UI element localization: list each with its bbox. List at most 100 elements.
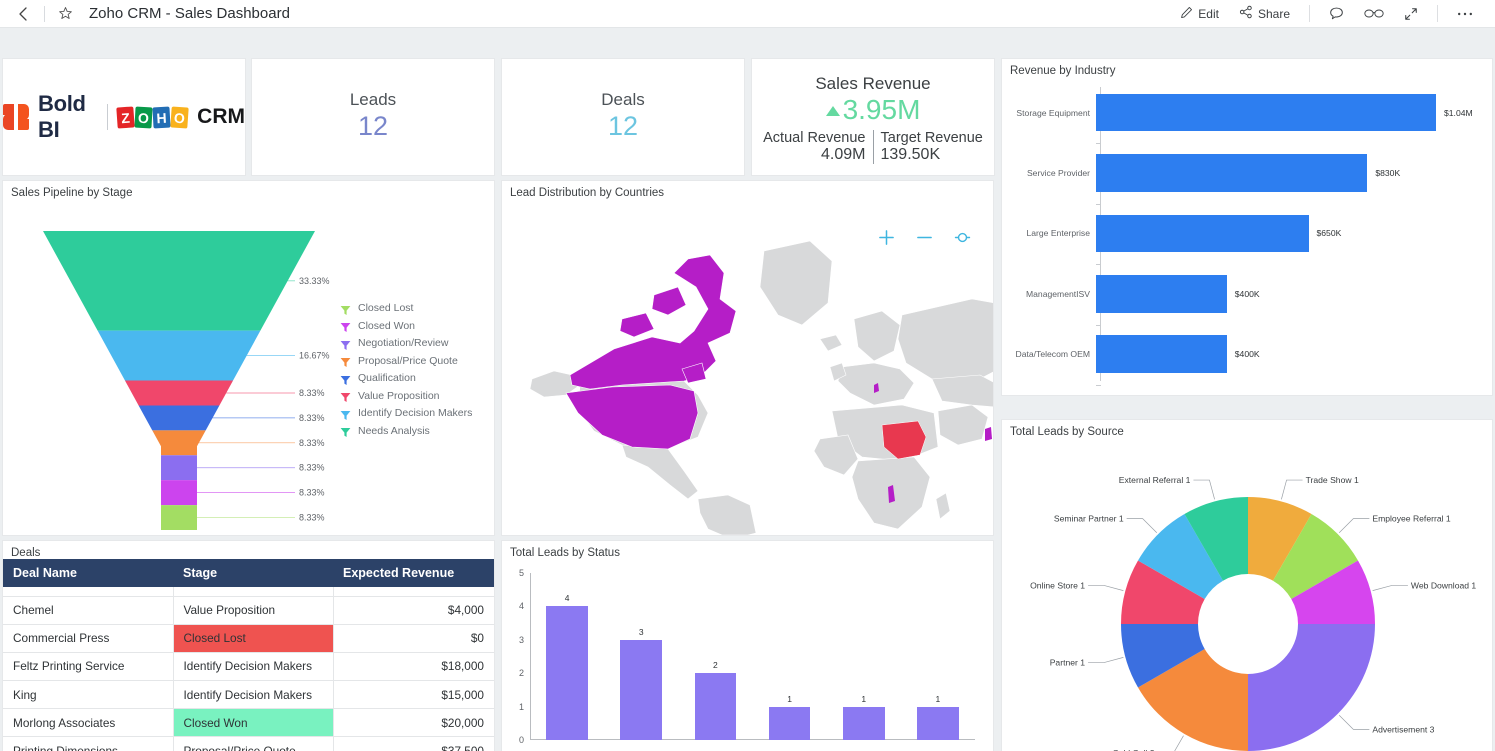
more-options-icon[interactable] bbox=[1447, 8, 1483, 20]
zoho-letter: O bbox=[170, 106, 188, 128]
table-row[interactable]: Printing DimensionsProposal/Price Quote$… bbox=[3, 737, 494, 751]
donut-leader-line bbox=[1339, 519, 1369, 533]
bar[interactable] bbox=[620, 640, 662, 740]
bold-bi-logo-icon bbox=[3, 104, 29, 130]
column-header-expected-revenue[interactable]: Expected Revenue bbox=[333, 559, 494, 587]
funnel-segment[interactable] bbox=[98, 331, 261, 381]
table-row[interactable]: Commercial PressClosed Lost$0 bbox=[3, 624, 494, 652]
legend-label: Closed Won bbox=[358, 320, 415, 332]
cell-deal-name: Feltz Printing Service bbox=[3, 652, 173, 680]
donut-chart[interactable]: Trade Show 1Employee Referral 1Web Downl… bbox=[1002, 438, 1492, 751]
legend-item[interactable]: Closed Lost bbox=[340, 302, 472, 314]
bar-row[interactable]: Service Provider$830K bbox=[1010, 154, 1484, 191]
deals-table: Deal Name Stage Expected Revenue ChemelV… bbox=[3, 559, 494, 751]
legend-item[interactable]: Closed Won bbox=[340, 320, 472, 332]
table-row[interactable]: Morlong AssociatesClosed Won$20,000 bbox=[3, 709, 494, 737]
page-title: Zoho CRM - Sales Dashboard bbox=[89, 5, 290, 22]
share-icon bbox=[1239, 5, 1253, 22]
bar-column[interactable] bbox=[917, 707, 959, 740]
y-axis-tick-label: 0 bbox=[519, 735, 524, 745]
legend-item[interactable]: Negotiation/Review bbox=[340, 337, 472, 349]
world-map[interactable] bbox=[502, 199, 993, 533]
bar-column[interactable] bbox=[769, 707, 811, 740]
legend-item[interactable]: Value Proposition bbox=[340, 390, 472, 402]
revenue-delta-value: 3.95M bbox=[843, 94, 921, 126]
bar-row[interactable]: Large Enterprise$650K bbox=[1010, 215, 1484, 252]
panel-deals-table: Deals Deal Name Stage Expected Revenue C… bbox=[2, 540, 495, 751]
comment-bubble-icon[interactable] bbox=[1319, 3, 1354, 24]
bar-column[interactable] bbox=[546, 606, 588, 740]
donut-leader-line bbox=[1193, 480, 1214, 499]
back-arrow-icon[interactable] bbox=[10, 1, 38, 27]
deals-table-scroll[interactable]: Deal Name Stage Expected Revenue ChemelV… bbox=[3, 559, 494, 751]
bar[interactable] bbox=[1096, 94, 1436, 131]
bar-column[interactable] bbox=[843, 707, 885, 740]
bar[interactable] bbox=[695, 673, 737, 740]
legend-item[interactable]: Identify Decision Makers bbox=[340, 407, 472, 419]
bar[interactable] bbox=[546, 606, 588, 740]
funnel-chart[interactable]: 33.33%16.67%8.33%8.33%8.33%8.33%8.33%8.3… bbox=[3, 199, 494, 533]
bar[interactable] bbox=[1096, 275, 1227, 312]
legend-item[interactable]: Qualification bbox=[340, 372, 472, 384]
bar-column[interactable] bbox=[620, 640, 662, 740]
star-icon[interactable] bbox=[51, 1, 79, 27]
donut-slice-label: Seminar Partner 1 bbox=[1054, 514, 1124, 524]
column-header-stage[interactable]: Stage bbox=[173, 559, 333, 587]
funnel-segment[interactable] bbox=[125, 381, 233, 406]
funnel-segment[interactable] bbox=[161, 505, 197, 530]
leads-by-status-chart[interactable]: 0123454Contact in Future3Attempted to Co… bbox=[502, 559, 993, 751]
zoho-logo-icon: Z O H O bbox=[117, 107, 188, 128]
cell-deal-name: Printing Dimensions bbox=[3, 737, 173, 751]
table-row-partial[interactable] bbox=[3, 587, 494, 596]
map-zoom-in-plus-icon[interactable] bbox=[878, 229, 895, 246]
panel-sales-pipeline: Sales Pipeline by Stage 33.33%16.67%8.33… bbox=[2, 180, 495, 536]
expand-icon[interactable] bbox=[1394, 4, 1428, 24]
bar[interactable] bbox=[1096, 154, 1367, 191]
legend-label: Closed Lost bbox=[358, 302, 413, 314]
glasses-icon[interactable] bbox=[1354, 4, 1394, 23]
kpi-card-sales-revenue[interactable]: Sales Revenue 3.95M Actual Revenue 4.09M… bbox=[751, 58, 995, 176]
table-row[interactable]: KingIdentify Decision Makers$15,000 bbox=[3, 681, 494, 709]
funnel-segment[interactable] bbox=[152, 430, 205, 455]
panel-lead-distribution-map: Lead Distribution by Countries bbox=[501, 180, 994, 536]
funnel-segment[interactable] bbox=[139, 405, 220, 430]
funnel-segment[interactable] bbox=[161, 455, 197, 480]
bar-row[interactable]: Data/Telecom OEM$400K bbox=[1010, 335, 1484, 372]
kpi-card-deals[interactable]: Deals 12 bbox=[501, 58, 745, 176]
zoho-letter: Z bbox=[116, 106, 134, 128]
panel-title: Revenue by Industry bbox=[1002, 59, 1492, 77]
bar[interactable] bbox=[917, 707, 959, 740]
legend-item[interactable]: Needs Analysis bbox=[340, 425, 472, 437]
cell-expected-revenue: $18,000 bbox=[333, 652, 494, 680]
y-axis-tick-label: 2 bbox=[519, 668, 524, 678]
legend-item[interactable]: Proposal/Price Quote bbox=[340, 355, 472, 367]
funnel-legend[interactable]: Closed Lost Closed Won Negotiation/Review P… bbox=[340, 302, 472, 437]
map-region-canada[interactable] bbox=[566, 255, 736, 449]
funnel-segment[interactable] bbox=[161, 480, 197, 505]
bar-column[interactable] bbox=[695, 673, 737, 740]
donut-slice-label: Partner 1 bbox=[1050, 658, 1086, 668]
edit-button[interactable]: Edit bbox=[1170, 3, 1229, 25]
y-axis-tick-label: 3 bbox=[519, 635, 524, 645]
funnel-segment-label: 8.33% bbox=[299, 463, 325, 473]
donut-slice[interactable] bbox=[1248, 624, 1375, 751]
map-reset-icon[interactable] bbox=[954, 229, 971, 246]
revenue-by-industry-chart[interactable]: Storage Equipment$1.04M Service Provider$… bbox=[1002, 77, 1492, 393]
bar[interactable] bbox=[1096, 335, 1227, 372]
bar-row[interactable]: Storage Equipment$1.04M bbox=[1010, 94, 1484, 131]
bar-value-label: 1 bbox=[787, 694, 792, 704]
column-header-deal-name[interactable]: Deal Name bbox=[3, 559, 173, 587]
bar[interactable] bbox=[769, 707, 811, 740]
cell-deal-name: Chemel bbox=[3, 596, 173, 624]
bar[interactable] bbox=[1096, 215, 1309, 252]
map-zoom-out-minus-icon[interactable] bbox=[916, 229, 933, 246]
bar-row[interactable]: ManagementISV$400K bbox=[1010, 275, 1484, 312]
table-row[interactable]: Feltz Printing ServiceIdentify Decision … bbox=[3, 652, 494, 680]
table-row[interactable]: ChemelValue Proposition$4,000 bbox=[3, 596, 494, 624]
share-label: Share bbox=[1258, 7, 1290, 21]
funnel-segment[interactable] bbox=[43, 231, 315, 331]
kpi-card-leads[interactable]: Leads 12 bbox=[251, 58, 495, 176]
share-button[interactable]: Share bbox=[1229, 2, 1300, 25]
toolbar-separator-2 bbox=[1437, 5, 1438, 22]
bar[interactable] bbox=[843, 707, 885, 740]
